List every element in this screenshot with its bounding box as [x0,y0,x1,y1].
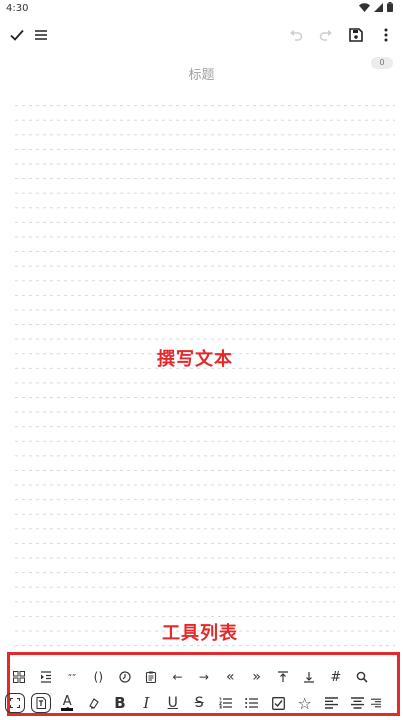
align-bottom-icon[interactable] [296,664,322,690]
toolbar-row-2: A B I U S ☆ [2,690,402,716]
title-row: 标题 0 [0,57,403,84]
annotation-toolbar-list: 工具列表 [162,623,238,644]
arrow-left-icon[interactable]: ← [164,664,190,690]
checkbox-icon[interactable] [265,690,291,716]
hash-icon[interactable]: # [323,664,349,690]
app-bar [0,22,403,50]
strikethrough-icon[interactable]: S [186,690,212,716]
numbered-list-icon[interactable] [212,690,238,716]
double-right-icon[interactable]: » [244,664,270,690]
check-icon[interactable] [6,24,28,46]
menu-icon[interactable] [30,24,52,46]
align-left-icon[interactable] [318,690,344,716]
text-color-button[interactable]: A [54,690,80,716]
bullet-list-icon[interactable] [239,690,265,716]
align-right-icon[interactable] [370,690,381,716]
highlighter-icon[interactable] [80,690,106,716]
text-color-bar [61,708,74,711]
annotation-write-text: 撰写文本 [157,349,233,370]
align-center-icon[interactable] [344,690,370,716]
save-icon[interactable] [345,24,367,46]
more-vert-icon[interactable] [375,24,397,46]
quote-icon[interactable]: “” [59,664,85,690]
char-count-badge: 0 [371,57,393,69]
clock-icon[interactable] [112,664,138,690]
status-icons [359,2,393,12]
status-time: 4:30 [6,3,29,14]
text-color-icon: A [62,694,72,709]
parentheses-icon[interactable]: () [85,664,111,690]
redo-icon[interactable] [315,24,337,46]
italic-icon[interactable]: I [133,690,159,716]
double-left-icon[interactable]: « [217,664,243,690]
undo-icon[interactable] [285,24,307,46]
clipboard-icon[interactable] [138,664,164,690]
underline-icon[interactable]: U [160,690,186,716]
battery-icon [387,2,393,12]
star-icon[interactable]: ☆ [292,690,318,716]
text-box-icon[interactable] [31,693,51,713]
arrow-right-icon[interactable]: → [191,664,217,690]
bold-icon[interactable]: B [107,690,133,716]
grid-icon[interactable] [6,664,32,690]
fullscreen-icon[interactable] [5,693,25,713]
signal-icon [374,2,383,12]
title-input[interactable]: 标题 [0,64,403,83]
align-top-icon[interactable] [270,664,296,690]
wifi-icon [359,2,370,12]
search-icon[interactable] [349,664,375,690]
toolbar-row-1: “” () ← → « » # [6,664,403,690]
status-bar: 4:30 [0,0,403,18]
indent-icon[interactable] [32,664,58,690]
